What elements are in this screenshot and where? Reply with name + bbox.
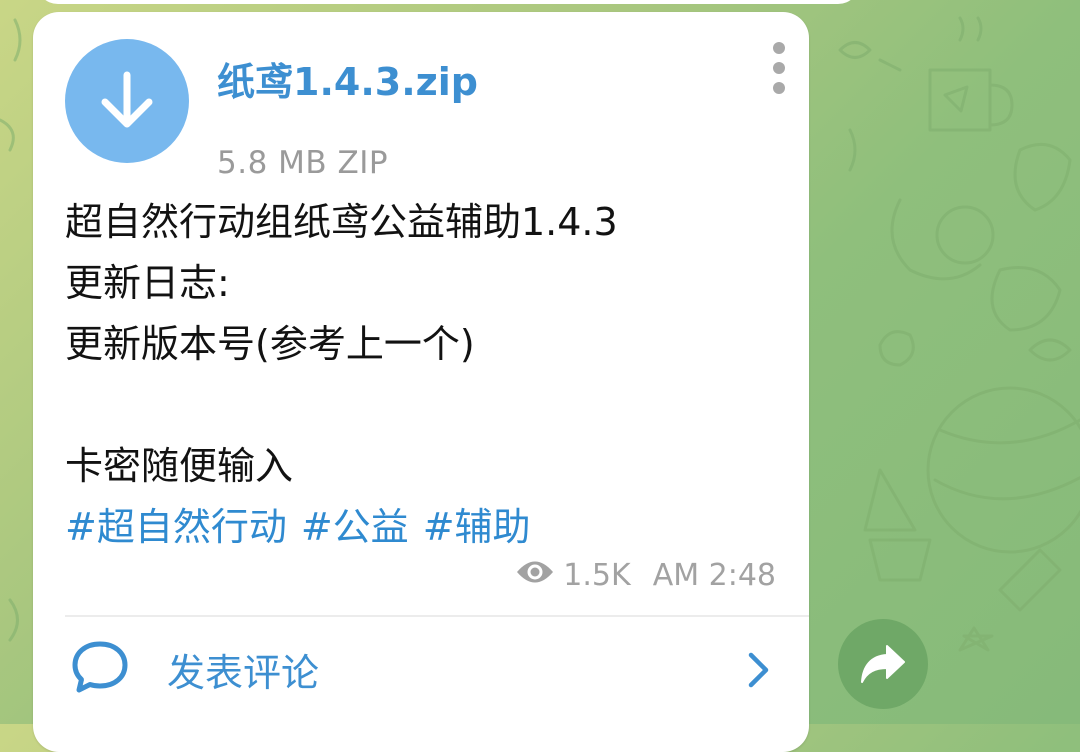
message-line: 更新日志:: [65, 261, 230, 305]
file-size: 5.8 MB ZIP: [217, 145, 389, 181]
message-line: 卡密随便输入: [65, 444, 294, 488]
view-count: 1.5K: [563, 557, 631, 593]
file-attachment: 纸鸢1.4.3.zip 5.8 MB ZIP: [65, 39, 765, 181]
chevron-right-icon: [748, 652, 769, 688]
share-button[interactable]: [838, 619, 928, 709]
views-eye-icon: [515, 558, 555, 593]
file-name[interactable]: 纸鸢1.4.3.zip: [217, 51, 478, 106]
message-time: AM 2:48: [652, 557, 776, 593]
message-meta: 1.5K AM 2:48: [515, 555, 776, 595]
leave-comment-button[interactable]: 发表评论: [33, 618, 809, 728]
download-button[interactable]: [65, 39, 189, 163]
previous-message-bubble: [36, 0, 860, 4]
hashtag-list: #超自然行动 #公益 #辅助: [65, 497, 785, 558]
download-arrow-icon: [101, 71, 153, 128]
message-line: 超自然行动组纸鸢公益辅助1.4.3: [65, 200, 618, 244]
hashtag-link[interactable]: #公益: [301, 505, 409, 549]
message-line: [65, 375, 785, 436]
hashtag-link[interactable]: #超自然行动: [65, 505, 287, 549]
more-options-icon[interactable]: [769, 42, 789, 94]
message-line: 更新版本号(参考上一个): [65, 322, 475, 366]
hashtag-link[interactable]: #辅助: [423, 505, 531, 549]
divider: [65, 615, 809, 617]
comment-bubble-icon: [72, 641, 128, 693]
comment-label: 发表评论: [167, 651, 320, 695]
message-text: 超自然行动组纸鸢公益辅助1.4.3 更新日志: 更新版本号(参考上一个) 卡密随…: [65, 192, 785, 558]
share-arrow-icon: [861, 645, 905, 683]
message-bubble: 纸鸢1.4.3.zip 5.8 MB ZIP 超自然行动组纸鸢公益辅助1.4.3…: [33, 12, 809, 752]
